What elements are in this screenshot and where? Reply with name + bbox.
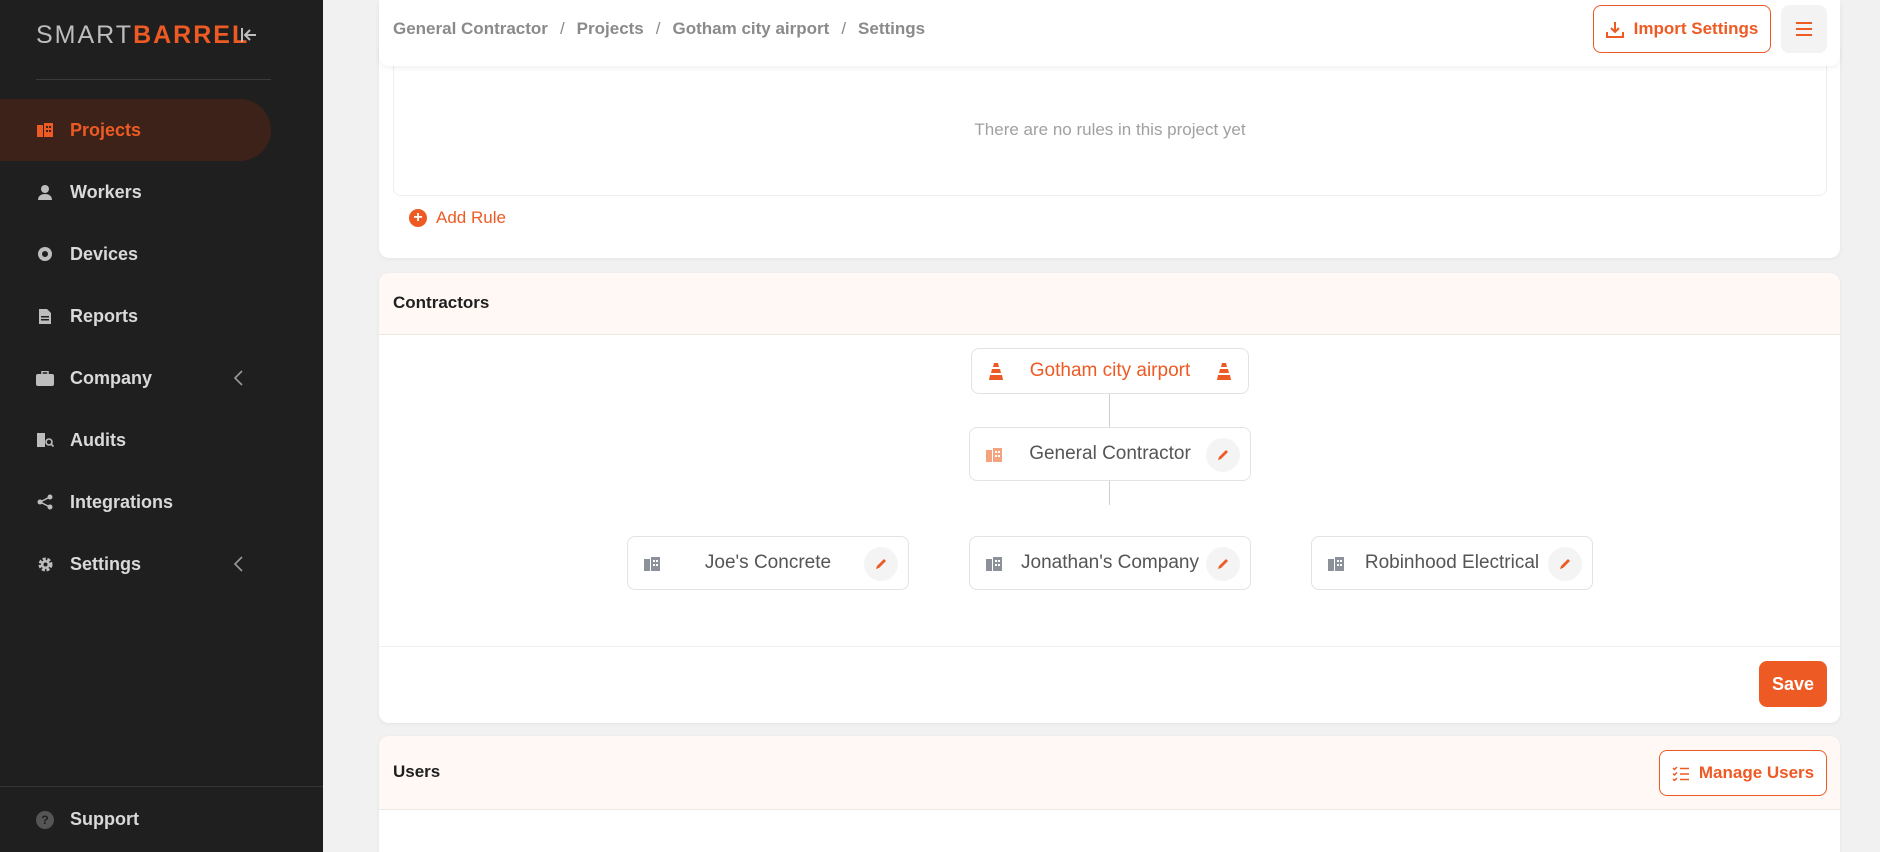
sidebar: SMART BARREL Projects Workers Devices Re… [0, 0, 323, 852]
building-icon [1326, 554, 1346, 574]
save-button[interactable]: Save [1759, 661, 1827, 707]
add-rule-button[interactable]: + Add Rule [409, 208, 506, 228]
building-icon [984, 554, 1004, 574]
sidebar-item-integrations[interactable]: Integrations [0, 471, 323, 533]
sidebar-item-label: Projects [70, 119, 142, 140]
contractor-name: Jonathan's Company [1021, 552, 1199, 573]
briefcase-icon [36, 369, 54, 387]
barrel-icon [1214, 362, 1234, 382]
breadcrumb: General Contractor / Projects / Gotham c… [393, 0, 925, 58]
page-header: General Contractor / Projects / Gotham c… [379, 0, 1840, 66]
building-icon [642, 554, 662, 574]
logo-text-smart: SMART [36, 20, 134, 49]
users-title: Users [393, 762, 441, 781]
plus-circle-icon: + [409, 209, 427, 227]
gear-icon [36, 555, 54, 573]
pencil-icon [1218, 559, 1228, 569]
breadcrumb-item-current: Settings [858, 19, 926, 38]
sidebar-item-settings[interactable]: Settings [0, 533, 323, 595]
rules-empty-text: There are no rules in this project yet [974, 120, 1246, 139]
contractors-card: Contractors Gotham city airport General … [379, 273, 1840, 723]
sidebar-item-support[interactable]: ? Support [0, 786, 323, 852]
sidebar-item-company[interactable]: Company [0, 347, 323, 409]
card-divider [379, 646, 1840, 647]
sidebar-item-reports[interactable]: Reports [0, 285, 323, 347]
breadcrumb-separator: / [841, 19, 847, 38]
pencil-icon [1560, 559, 1570, 569]
sidebar-item-label: Devices [70, 243, 139, 264]
users-card: Users Manage Users [379, 736, 1840, 852]
general-contractor-node[interactable]: General Contractor [969, 427, 1251, 481]
menu-button[interactable] [1781, 5, 1827, 53]
building-icon [984, 445, 1004, 465]
breadcrumb-item[interactable]: Projects [577, 19, 644, 39]
audit-icon [36, 431, 54, 449]
pencil-icon [1218, 450, 1228, 460]
sidebar-item-projects[interactable]: Projects [0, 99, 271, 161]
contractors-header: Contractors [379, 273, 1840, 335]
sidebar-divider [36, 79, 271, 80]
chevron-left-icon [233, 370, 243, 386]
building-icon [36, 121, 54, 139]
users-header: Users Manage Users [379, 736, 1840, 810]
manage-users-label: Manage Users [1698, 763, 1815, 782]
add-rule-label: Add Rule [436, 208, 506, 227]
tree-connector [1109, 481, 1110, 505]
support-label: Support [70, 809, 139, 829]
breadcrumb-item[interactable]: General Contractor [393, 19, 548, 39]
breadcrumb-separator: / [559, 19, 565, 38]
contractor-tree: Gotham city airport General Contractor J… [379, 335, 1840, 643]
sidebar-item-label: Workers [70, 181, 142, 202]
sidebar-nav: Projects Workers Devices Reports Company [0, 99, 323, 595]
pencil-icon [876, 559, 886, 569]
subcontractor-node[interactable]: Joe's Concrete [627, 536, 909, 590]
edit-contractor-button[interactable] [864, 547, 898, 581]
sidebar-item-devices[interactable]: Devices [0, 223, 323, 285]
edit-contractor-button[interactable] [1206, 547, 1240, 581]
edit-contractor-button[interactable] [1206, 438, 1240, 472]
checklist-icon [1672, 765, 1689, 781]
report-icon [36, 307, 54, 325]
hamburger-icon [1796, 22, 1812, 36]
sidebar-item-label: Audits [70, 429, 126, 450]
edit-contractor-button[interactable] [1548, 547, 1582, 581]
worker-icon [36, 183, 54, 201]
sidebar-item-label: Settings [70, 553, 142, 574]
breadcrumb-separator: / [655, 19, 661, 38]
sidebar-item-label: Reports [70, 305, 139, 326]
contractors-title: Contractors [393, 293, 490, 312]
subcontractor-node[interactable]: Robinhood Electrical [1311, 536, 1593, 590]
chevron-left-icon [233, 556, 243, 572]
rules-list: There are no rules in this project yet [393, 64, 1827, 196]
help-icon: ? [36, 810, 54, 829]
contractor-name: General Contractor [1029, 443, 1191, 464]
sidebar-item-label: Company [70, 367, 153, 388]
import-settings-label: Import Settings [1633, 19, 1759, 38]
logo-text-barrel: BARREL [133, 20, 250, 49]
device-icon [36, 245, 54, 263]
project-node-label: Gotham city airport [1029, 360, 1191, 381]
download-icon [1605, 21, 1624, 38]
rules-card: There are no rules in this project yet +… [379, 40, 1840, 258]
sidebar-item-workers[interactable]: Workers [0, 161, 323, 223]
contractor-name: Robinhood Electrical [1364, 552, 1540, 573]
collapse-sidebar-icon[interactable] [236, 22, 262, 48]
manage-users-button[interactable]: Manage Users [1659, 750, 1827, 796]
import-settings-button[interactable]: Import Settings [1593, 5, 1771, 53]
sidebar-item-audits[interactable]: Audits [0, 409, 323, 471]
sidebar-item-label: Integrations [70, 491, 174, 512]
smartbarrel-logo[interactable]: SMART BARREL [36, 18, 249, 52]
project-node[interactable]: Gotham city airport [971, 348, 1249, 394]
breadcrumb-item[interactable]: Gotham city airport [673, 19, 830, 39]
contractor-name: Joe's Concrete [704, 552, 832, 573]
share-icon [36, 493, 54, 511]
subcontractor-node[interactable]: Jonathan's Company [969, 536, 1251, 590]
